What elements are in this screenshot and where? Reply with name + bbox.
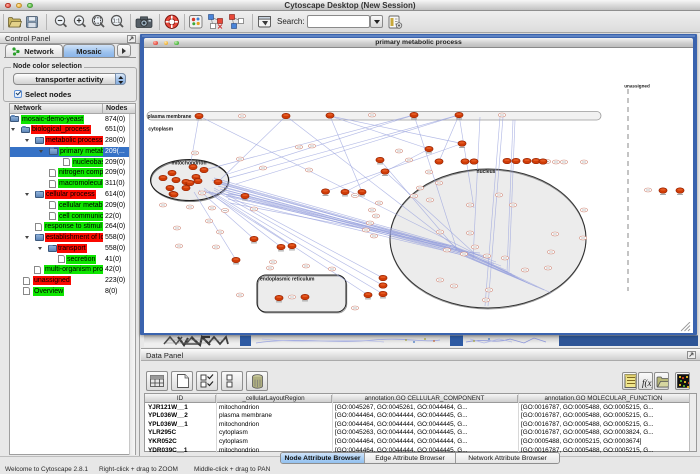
svg-text:1:1: 1:1 <box>112 19 120 25</box>
svg-text:endoplasmic reticulum: endoplasmic reticulum <box>260 277 315 283</box>
svg-text:cytoplasm: cytoplasm <box>148 126 173 132</box>
svg-text:nucleus: nucleus <box>477 169 496 175</box>
svg-text:plasma membrane: plasma membrane <box>148 114 192 120</box>
svg-text:unassigned: unassigned <box>624 84 650 89</box>
